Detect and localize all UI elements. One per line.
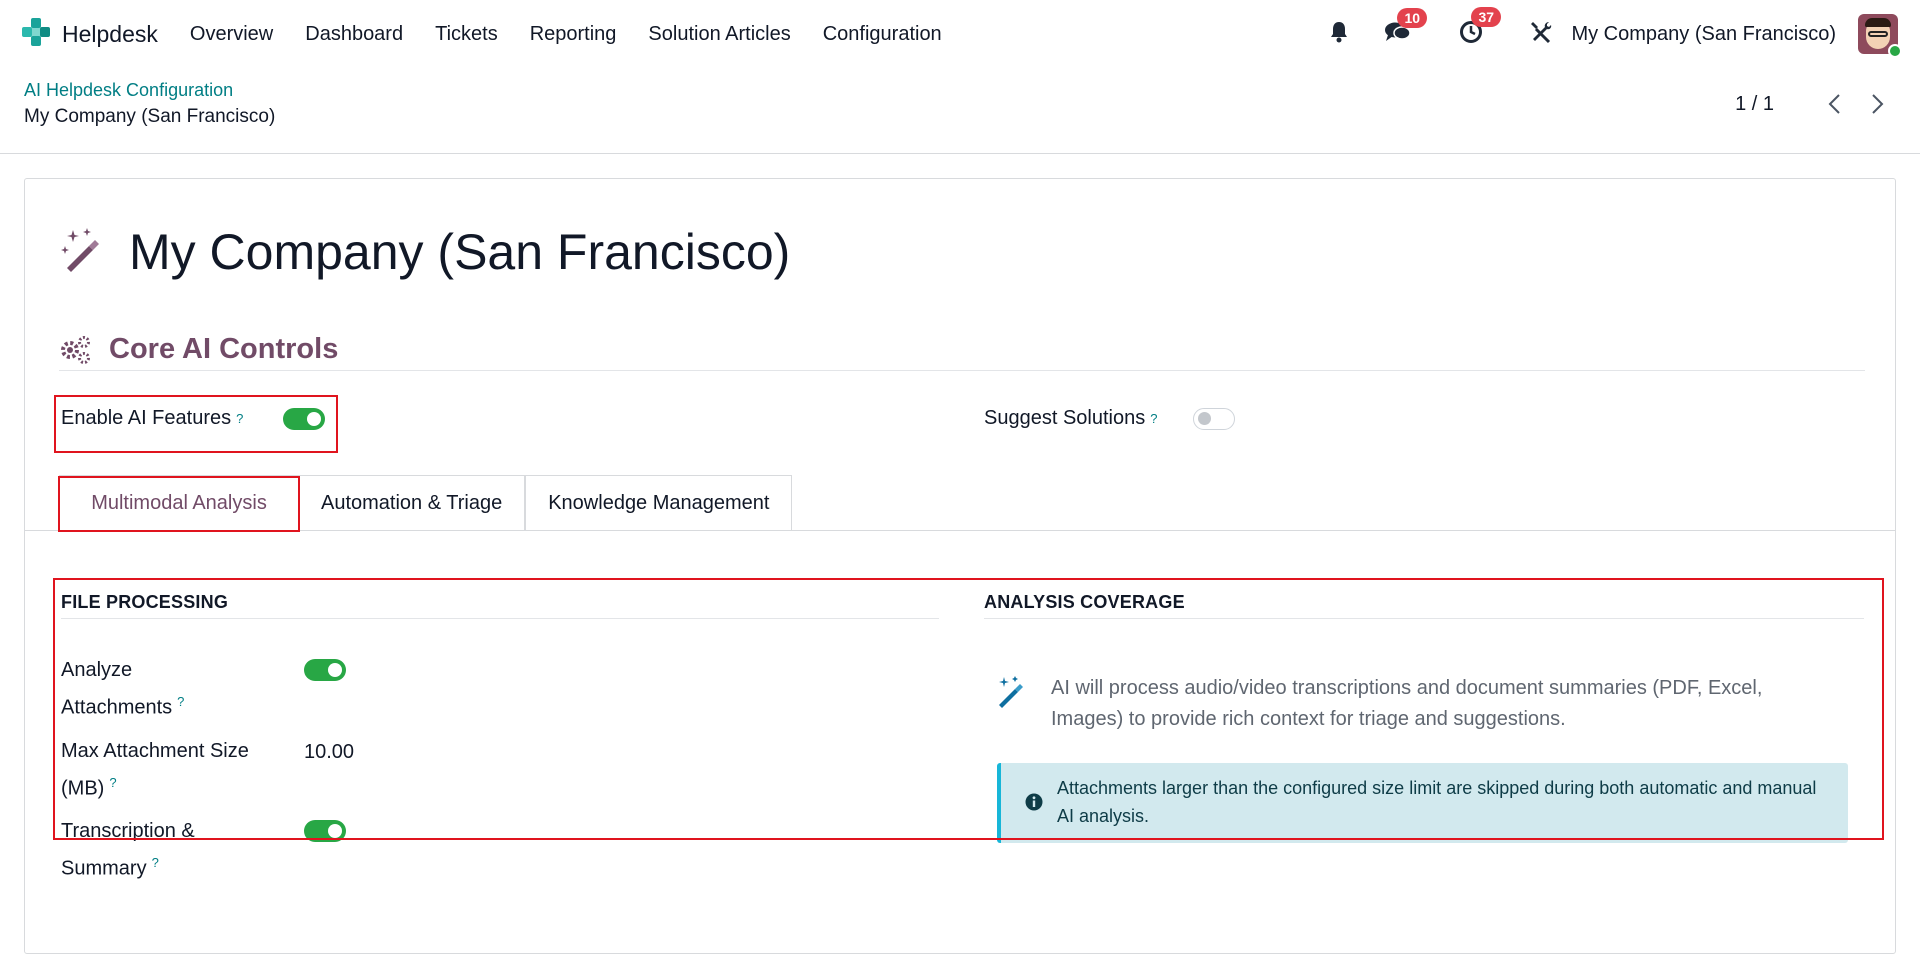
company-switcher[interactable]: My Company (San Francisco) [1571, 23, 1836, 46]
tools-icon [1529, 20, 1553, 49]
gears-icon [59, 335, 91, 370]
activities-count-badge: 37 [1471, 6, 1502, 27]
chevron-left-icon [1828, 94, 1840, 114]
pager: 1 / 1 [1735, 90, 1890, 118]
menu-configuration[interactable]: Configuration [823, 23, 942, 46]
tabs-divider [25, 530, 1895, 531]
messages-button[interactable]: 10 [1385, 7, 1428, 48]
highlight-enable-ai [54, 395, 338, 453]
menu-overview[interactable]: Overview [190, 23, 273, 46]
menu-tickets[interactable]: Tickets [435, 23, 498, 46]
menu-dashboard[interactable]: Dashboard [305, 23, 403, 46]
online-status-dot [1888, 44, 1902, 58]
section-title: Core AI Controls [109, 333, 339, 365]
breadcrumb-parent-link[interactable]: AI Helpdesk Configuration [24, 80, 233, 101]
pager-previous-button[interactable] [1822, 90, 1846, 118]
suggest-solutions-help-tooltip[interactable]: ? [1150, 411, 1157, 426]
helpdesk-logo-icon [22, 17, 50, 51]
suggest-solutions-toggle[interactable] [1193, 407, 1236, 430]
suggest-solutions-label: Suggest Solutions [984, 407, 1146, 429]
tab-knowledge-management[interactable]: Knowledge Management [525, 475, 793, 531]
pager-value[interactable]: 1 / 1 [1735, 93, 1774, 116]
chevron-right-icon [1872, 94, 1884, 114]
top-navbar: Helpdesk Overview Dashboard Tickets Repo… [0, 0, 1920, 68]
magic-wand-icon [59, 226, 107, 279]
activities-button[interactable]: 37 [1459, 6, 1502, 49]
record-title-row: My Company (San Francisco) [59, 223, 790, 281]
pager-next-button[interactable] [1866, 90, 1890, 118]
systray: 10 37 My Company (San Francisco) [1329, 0, 1920, 68]
transcription-label-line2: Summary [61, 857, 147, 880]
app-brand[interactable]: Helpdesk [22, 17, 158, 51]
record-title[interactable]: My Company (San Francisco) [129, 223, 790, 281]
app-name: Helpdesk [62, 20, 158, 47]
debug-tools-button[interactable] [1529, 20, 1553, 49]
main-menu: Overview Dashboard Tickets Reporting Sol… [176, 23, 960, 46]
highlight-tab-content [53, 578, 1884, 840]
tab-automation-triage[interactable]: Automation & Triage [299, 475, 526, 531]
menu-solution-articles[interactable]: Solution Articles [648, 23, 790, 46]
form-sheet: My Company (San Francisco) Core AI Contr… [24, 178, 1896, 954]
highlight-active-tab [58, 476, 300, 532]
messages-count-badge: 10 [1397, 7, 1428, 28]
menu-reporting[interactable]: Reporting [530, 23, 617, 46]
avatar-glasses [1868, 31, 1888, 37]
transcription-help-tooltip[interactable]: ? [152, 855, 159, 870]
avatar-hair [1865, 18, 1891, 27]
control-panel: AI Helpdesk Configuration My Company (Sa… [0, 68, 1920, 154]
bell-icon [1329, 21, 1349, 48]
section-core-ai-controls: Core AI Controls [59, 333, 1865, 371]
notifications-button[interactable] [1329, 21, 1349, 48]
user-avatar[interactable] [1858, 14, 1902, 58]
breadcrumb-current: My Company (San Francisco) [24, 106, 276, 127]
suggest-solutions-field: Suggest Solutions? [984, 407, 1236, 430]
